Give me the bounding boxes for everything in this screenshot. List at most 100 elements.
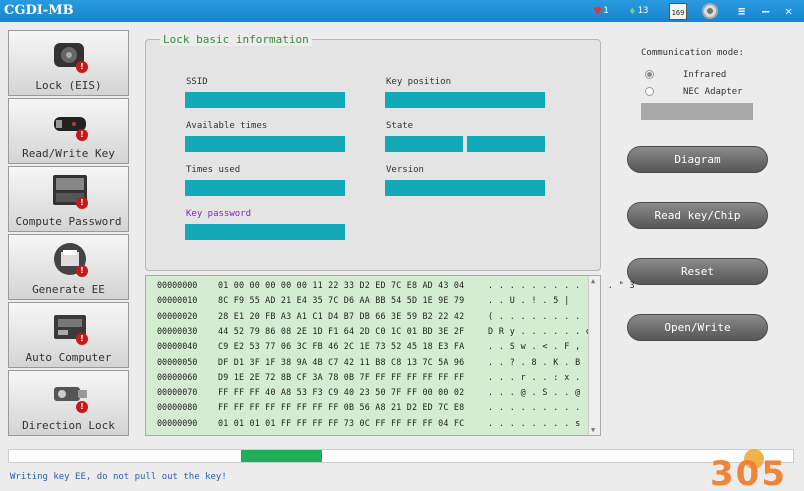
gems-counter: ♦ 13 <box>629 3 648 19</box>
hex-bytes: FF FF FF 40 A8 53 F3 C9 40 23 50 7F FF 0… <box>218 387 465 398</box>
hex-bytes: 8C F9 55 AD 21 E4 35 7C D6 AA BB 54 5D 1… <box>218 295 465 306</box>
panel-title: Lock basic information <box>160 33 312 46</box>
close-button[interactable]: ✕ <box>785 3 792 19</box>
key-position-label: Key position <box>386 77 452 87</box>
alert-badge: ! <box>76 197 88 209</box>
times-used-field[interactable] <box>185 180 345 196</box>
radio-button-selected[interactable] <box>645 70 654 79</box>
radio-nec-adapter[interactable]: NEC Adapter <box>645 86 753 97</box>
open-write-button[interactable]: Open/Write <box>627 314 768 341</box>
sidebar-item-label: Read/Write Key <box>22 147 115 160</box>
app-title: CGDI-MB <box>4 3 74 18</box>
heart-icon: ♥ <box>594 4 602 18</box>
minimize-icon: – <box>762 4 770 18</box>
key-position-field[interactable] <box>385 92 545 108</box>
diagram-button[interactable]: Diagram <box>627 146 768 173</box>
lock-info-panel: Lock basic information SSID Key position… <box>145 33 601 271</box>
sidebar-item-read-write-key[interactable]: ! Read/Write Key <box>8 98 129 164</box>
calendar-day: 169 <box>671 8 685 17</box>
hex-address: 00000070 <box>157 387 198 398</box>
key-password-label: Key password <box>186 209 252 219</box>
hex-bytes: 44 52 79 86 08 2E 1D F1 64 2D C0 1C 01 B… <box>218 325 465 336</box>
radio-button[interactable] <box>645 87 654 96</box>
available-times-field[interactable] <box>185 136 345 152</box>
sidebar-item-label: Compute Password <box>15 215 122 228</box>
alert-badge: ! <box>76 61 88 73</box>
hex-row: 00000080 FF FF FF FF FF FF FF FF 0B 56 A8… <box>146 402 591 416</box>
gems-count: 13 <box>637 6 649 16</box>
sidebar-item-label: Generate EE <box>32 283 105 296</box>
version-label: Version <box>386 165 424 175</box>
brand-watermark-logo: 305 <box>710 449 787 489</box>
hex-address: 00000060 <box>157 371 198 382</box>
hex-bytes: D9 1E 2E 72 8B CF 3A 78 0B 7F FF FF FF F… <box>218 371 465 382</box>
state-field-1[interactable] <box>385 136 463 152</box>
gem-icon: ♦ <box>629 4 636 18</box>
hex-row: 00000000 01 00 00 00 00 00 11 22 33 D2 ED… <box>146 280 635 294</box>
sidebar-item-label: Direction Lock <box>22 419 115 432</box>
hex-address: 00000050 <box>157 356 198 367</box>
svg-text:305: 305 <box>710 454 787 489</box>
title-bar: CGDI-MB ♥ 1 ♦ 13 169 ≡ – ✕ <box>0 0 804 22</box>
hex-address: 00000010 <box>157 295 198 306</box>
hex-address: 00000020 <box>157 310 198 321</box>
menu-icon: ≡ <box>738 4 746 18</box>
sidebar-item-label: Lock (EIS) <box>35 79 102 92</box>
state-field-2[interactable] <box>467 136 545 152</box>
sidebar-item-label: Auto Computer <box>25 351 112 364</box>
disc-icon <box>702 3 718 19</box>
ssid-field[interactable] <box>185 92 345 108</box>
hex-bytes: 28 E1 20 FB A3 A1 C1 D4 B7 DB 66 3E 59 B… <box>218 310 465 321</box>
sidebar-item-lock-eis[interactable]: ! Lock (EIS) <box>8 30 129 96</box>
menu-button[interactable]: ≡ <box>738 3 745 19</box>
hex-address: 00000090 <box>157 417 198 428</box>
read-key-chip-button[interactable]: Read key/Chip <box>627 202 768 229</box>
hex-ascii: D R y . . . . . . d <box>488 325 592 336</box>
hex-dump-panel[interactable]: 00000000 01 00 00 00 00 00 11 22 33 D2 ED… <box>145 275 635 436</box>
hex-ascii: . . . . . . . . s <box>488 417 581 428</box>
sidebar-item-generate-ee[interactable]: ! Generate EE <box>8 234 129 300</box>
status-message: Writing key EE, do not pull out the key! <box>10 472 227 482</box>
hex-ascii: . . . r . . : x . <box>488 371 581 382</box>
times-used-label: Times used <box>186 165 241 175</box>
hex-bytes: FF FF FF FF FF FF FF FF 0B 56 A8 21 D2 E… <box>218 402 465 413</box>
hex-bytes: C9 E2 53 77 06 3C FB 46 2C 1E 73 52 45 1… <box>218 341 465 352</box>
sidebar-item-compute-password[interactable]: ! Compute Password <box>8 166 129 232</box>
hex-row: 00000040 C9 E2 53 77 06 3C FB 46 2C 1E 73… <box>146 341 586 355</box>
alert-badge: ! <box>76 129 88 141</box>
sidebar-item-direction-lock[interactable]: ! Direction Lock <box>8 370 129 436</box>
progress-bar <box>8 449 794 463</box>
calendar-button[interactable]: 169 <box>669 2 687 20</box>
hex-address: 00000040 <box>157 341 198 352</box>
reset-button[interactable]: Reset <box>627 258 768 285</box>
hex-row: 00000030 44 52 79 86 08 2E 1D F1 64 2D C0… <box>146 325 591 340</box>
hex-address: 00000080 <box>157 402 198 413</box>
hex-row: 00000020 28 E1 20 FB A3 A1 C1 D4 B7 DB 66… <box>146 310 602 325</box>
hex-bytes: 01 01 01 01 FF FF FF FF 73 0C FF FF FF F… <box>218 417 465 428</box>
radio-label: Infrared <box>683 69 727 80</box>
port-select-box[interactable] <box>641 103 753 120</box>
disc-button[interactable] <box>702 3 718 19</box>
hex-ascii: . . . . . . . . . . <box>488 402 592 413</box>
hex-ascii: . . . . . . . . . . . . " 3 <box>488 280 635 290</box>
hex-address: 00000030 <box>157 325 198 336</box>
scroll-down-icon[interactable]: ▼ <box>591 426 595 434</box>
hex-bytes: 01 00 00 00 00 00 11 22 33 D2 ED 7C E8 A… <box>218 280 465 290</box>
radio-infrared[interactable]: Infrared <box>645 69 753 80</box>
hex-row: 00000010 8C F9 55 AD 21 E4 35 7C D6 AA BB… <box>146 295 586 309</box>
sidebar: ! Lock (EIS) ! Read/Write Key ! Compute … <box>8 30 129 438</box>
sidebar-item-auto-computer[interactable]: ! Auto Computer <box>8 302 129 368</box>
ssid-label: SSID <box>186 77 208 87</box>
hex-scrollbar[interactable]: ▲ ▼ <box>588 276 600 435</box>
progress-fill <box>241 450 322 462</box>
scroll-up-icon[interactable]: ▲ <box>591 277 595 285</box>
close-icon: ✕ <box>785 4 793 18</box>
version-field[interactable] <box>385 180 545 196</box>
available-times-label: Available times <box>186 121 268 131</box>
minimize-button[interactable]: – <box>762 3 769 19</box>
alert-badge: ! <box>76 401 88 413</box>
hex-ascii: . . ? . 8 . K . B <box>488 356 581 367</box>
hex-row: 00000050 DF D1 3F 1F 38 9A 4B C7 42 11 B8… <box>146 357 586 371</box>
radio-label: NEC Adapter <box>683 86 743 97</box>
key-password-field[interactable] <box>185 224 345 240</box>
